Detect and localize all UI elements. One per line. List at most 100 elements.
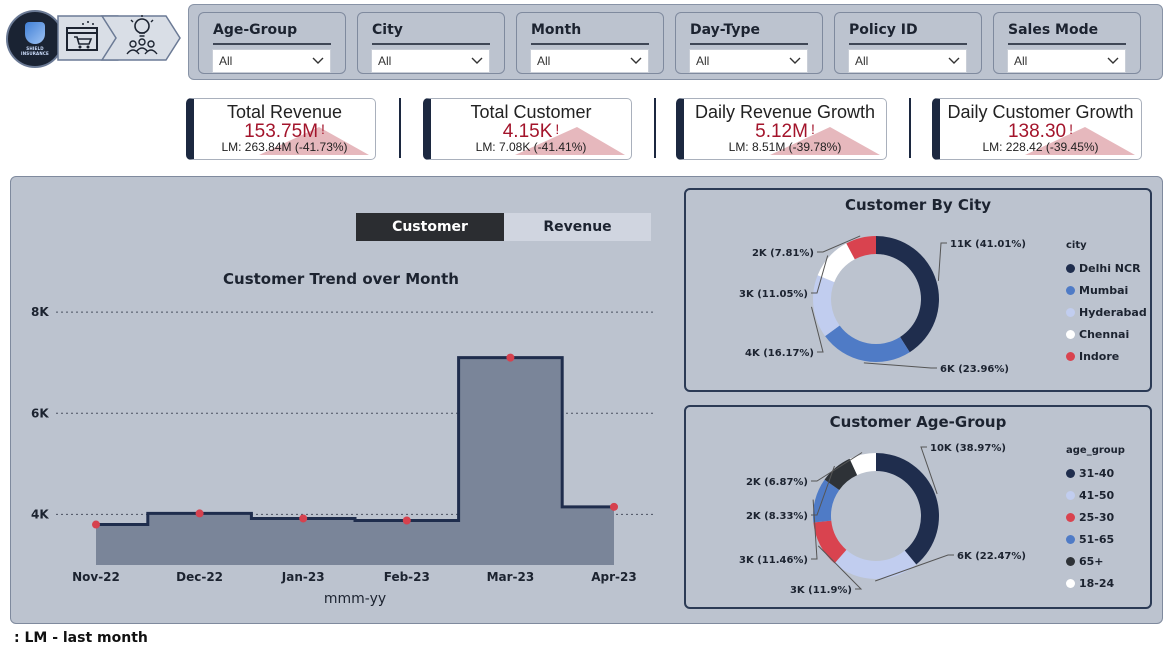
data-point <box>92 520 100 529</box>
policy-id-dropdown[interactable]: All <box>848 49 967 73</box>
month-dropdown[interactable]: All <box>530 49 649 73</box>
slicer-month: Month All <box>516 12 664 74</box>
data-label: 4K (16.17%) <box>745 348 814 359</box>
city-legend: city Delhi NCR Mumbai Hyderabad Chennai Indor… <box>1066 240 1147 367</box>
data-point <box>299 514 308 523</box>
kpi-last-month: LM: 228.42 (-39.45%) <box>982 140 1099 154</box>
legend-item[interactable]: 18-24 <box>1066 572 1125 594</box>
legend-dot <box>1066 468 1075 478</box>
dropdown-value: All <box>696 54 710 68</box>
customer-age-group-panel: Customer Age-Group 10K (38.97%) 6K (22.47… <box>684 405 1152 609</box>
kpi-daily-customer-growth: Daily Customer Growth 138.30! LM: 228.42… <box>932 98 1142 160</box>
chevron-down-icon <box>1107 57 1119 64</box>
data-point <box>506 353 515 362</box>
data-point <box>402 516 411 525</box>
legend-label: 31-40 <box>1079 466 1115 480</box>
legend-label: Indore <box>1079 349 1120 363</box>
legend-item[interactable]: Delhi NCR <box>1066 257 1147 279</box>
x-tick-label: Feb-23 <box>384 570 430 584</box>
legend-item[interactable]: Hyderabad <box>1066 301 1147 323</box>
chevron-down-icon <box>948 57 960 64</box>
slicer-title: Sales Mode <box>1008 22 1099 38</box>
idea-team-icon[interactable] <box>122 14 162 58</box>
age-group-dropdown[interactable]: All <box>212 49 331 73</box>
legend-item[interactable]: 41-50 <box>1066 484 1125 506</box>
legend-label: Delhi NCR <box>1079 261 1141 275</box>
dropdown-value: All <box>378 54 392 68</box>
divider <box>909 98 911 158</box>
slicer-sales-mode: Sales Mode All <box>993 12 1141 74</box>
data-label: 3K (11.05%) <box>739 289 808 300</box>
kpi-daily-revenue-growth: Daily Revenue Growth 5.12M! LM: 8.51M (-… <box>676 98 887 160</box>
kpi-title: Total Revenue <box>226 102 343 122</box>
legend-title: age_group <box>1066 445 1125 456</box>
warning-icon: ! <box>321 121 325 137</box>
legend-dot <box>1066 307 1075 317</box>
divider <box>399 98 401 158</box>
slicer-title: Month <box>531 22 582 38</box>
customer-trend-chart: 4K 6K 8K Nov-22 Dec-22 Jan-23 Feb-23 Mar-23 Apr-… <box>31 305 656 607</box>
dropdown-value: All <box>855 54 869 68</box>
kpi-last-month: LM: 263.84M (-41.73%) <box>221 140 348 154</box>
legend-item[interactable]: 31-40 <box>1066 462 1125 484</box>
x-tick-label: Mar-23 <box>487 570 535 584</box>
sales-mode-dropdown[interactable]: All <box>1007 49 1126 73</box>
data-label: 2K (6.87%) <box>746 477 808 488</box>
chevron-down-icon <box>312 57 324 64</box>
cart-browser-icon[interactable] <box>64 20 104 56</box>
city-dropdown[interactable]: All <box>371 49 490 73</box>
dashboard: SHIELD INSURANCE Age-Group All City All … <box>0 0 1173 656</box>
legend-title: city <box>1066 240 1087 251</box>
legend-item[interactable]: Indore <box>1066 345 1147 367</box>
day-type-dropdown[interactable]: All <box>689 49 808 73</box>
divider <box>654 98 656 158</box>
legend-dot <box>1066 490 1075 500</box>
data-point <box>610 502 618 511</box>
kpi-total-customer: Total Customer 4.15K! LM: 7.08K (-41.41%… <box>423 98 632 160</box>
warning-icon: ! <box>555 121 560 137</box>
x-tick-label: Dec-22 <box>176 570 223 584</box>
dropdown-value: All <box>1014 54 1028 68</box>
kpi-title: Daily Customer Growth <box>947 102 1134 122</box>
legend-item[interactable]: 25-30 <box>1066 506 1125 528</box>
x-tick-label: Jan-23 <box>281 570 325 584</box>
legend-item[interactable]: 65+ <box>1066 550 1125 572</box>
slicer-policy-id: Policy ID All <box>834 12 982 74</box>
legend-label: Hyderabad <box>1079 305 1147 319</box>
legend-item[interactable]: 51-65 <box>1066 528 1125 550</box>
warning-icon: ! <box>810 121 815 137</box>
donut-slice <box>876 453 939 565</box>
data-label: 2K (7.81%) <box>752 248 814 259</box>
data-label: 11K (41.01%) <box>950 239 1026 250</box>
data-label: 3K (11.46%) <box>739 555 808 566</box>
legend-dot <box>1066 329 1075 339</box>
x-tick-label: Nov-22 <box>72 570 120 584</box>
logo-text-line2: INSURANCE <box>21 51 49 56</box>
kpi-last-month: LM: 7.08K (-41.41%) <box>475 140 587 154</box>
legend-item[interactable]: Mumbai <box>1066 279 1147 301</box>
slicer-day-type: Day-Type All <box>675 12 823 74</box>
donut-slice <box>825 325 910 362</box>
slicer-age-group: Age-Group All <box>198 12 346 74</box>
kpi-title: Daily Revenue Growth <box>694 102 876 122</box>
kpi-last-month: LM: 8.51M (-39.78%) <box>728 140 842 154</box>
x-axis-label: mmm-yy <box>324 591 386 607</box>
donut-slice <box>817 243 855 283</box>
legend-dot <box>1066 578 1075 588</box>
dropdown-value: All <box>219 54 233 68</box>
legend-label: 65+ <box>1079 554 1104 568</box>
data-label: 3K (11.9%) <box>790 585 852 596</box>
data-point <box>195 509 204 518</box>
slicer-title: Day-Type <box>690 22 761 38</box>
slicer-title: Policy ID <box>849 22 918 38</box>
chevron-down-icon <box>789 57 801 64</box>
legend-item[interactable]: Chennai <box>1066 323 1147 345</box>
chevron-down-icon <box>471 57 483 64</box>
age-legend: age_group 31-40 41-50 25-30 51-65 65+ 18-24 <box>1066 445 1125 594</box>
chevron-down-icon <box>630 57 642 64</box>
y-tick-label: 8K <box>31 305 49 319</box>
y-tick-label: 6K <box>31 406 49 420</box>
legend-label: 18-24 <box>1079 576 1115 590</box>
legend-label: 51-65 <box>1079 532 1115 546</box>
main-panel: Customer Revenue Customer Trend over Mon… <box>10 176 1163 624</box>
